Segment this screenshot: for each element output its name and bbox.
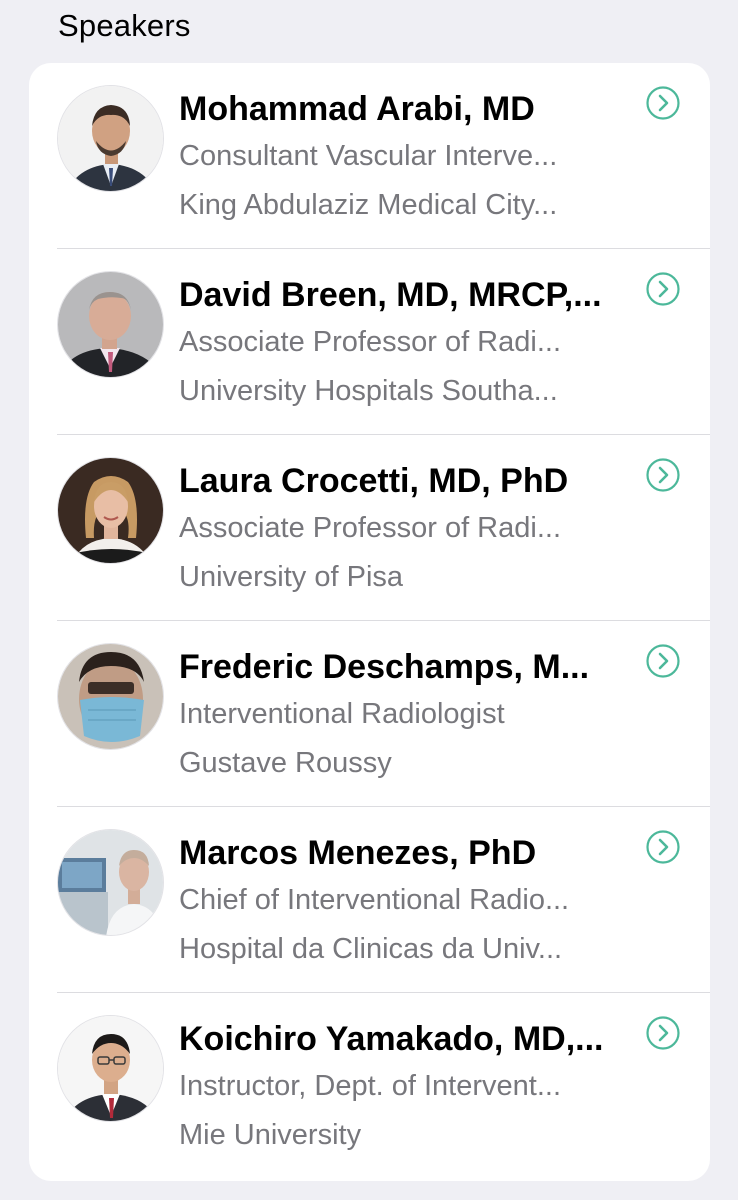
speakers-list: Mohammad Arabi, MD Consultant Vascular I… (29, 63, 710, 1181)
chevron-right-circle-icon[interactable] (645, 457, 681, 493)
speaker-avatar (57, 1015, 164, 1122)
speaker-organization: Hospital da Clinicas da Univ... (179, 933, 563, 965)
speaker-organization: Mie University (179, 1119, 362, 1151)
speaker-title: Associate Professor of Radi... (179, 512, 561, 544)
chevron-right-circle-icon[interactable] (645, 271, 681, 307)
speaker-organization: University Hospitals Southa... (179, 375, 558, 407)
speaker-row[interactable]: Koichiro Yamakado, MD,... Instructor, De… (29, 993, 710, 1179)
speaker-name: Marcos Menezes, PhD (179, 834, 537, 872)
speaker-avatar (57, 829, 164, 936)
speaker-row[interactable]: Marcos Menezes, PhD Chief of Interventio… (29, 807, 710, 993)
speaker-name: Koichiro Yamakado, MD,... (179, 1020, 604, 1058)
speaker-name: Frederic Deschamps, M... (179, 648, 590, 686)
speaker-row[interactable]: Frederic Deschamps, M... Interventional … (29, 621, 710, 807)
section-title: Speakers (58, 8, 191, 43)
speaker-title: Instructor, Dept. of Intervent... (179, 1070, 562, 1102)
speaker-row[interactable]: David Breen, MD, MRCP,... Associate Prof… (29, 249, 710, 435)
speaker-row[interactable]: Mohammad Arabi, MD Consultant Vascular I… (29, 63, 710, 249)
speaker-avatar (57, 457, 164, 564)
speaker-organization: University of Pisa (179, 561, 404, 593)
speaker-name: Mohammad Arabi, MD (179, 90, 535, 128)
speaker-avatar (57, 643, 164, 750)
speaker-title: Associate Professor of Radi... (179, 326, 561, 358)
speaker-organization: King Abdulaziz Medical City... (179, 189, 558, 221)
speaker-row[interactable]: Laura Crocetti, MD, PhD Associate Profes… (29, 435, 710, 621)
speaker-name: David Breen, MD, MRCP,... (179, 276, 602, 314)
chevron-right-circle-icon[interactable] (645, 643, 681, 679)
speaker-title: Chief of Interventional Radio... (179, 884, 570, 916)
speaker-title: Interventional Radiologist (179, 698, 505, 730)
speaker-avatar (57, 85, 164, 192)
chevron-right-circle-icon[interactable] (645, 1015, 681, 1051)
speaker-avatar (57, 271, 164, 378)
speaker-organization: Gustave Roussy (179, 747, 392, 779)
speaker-name: Laura Crocetti, MD, PhD (179, 462, 569, 500)
speaker-title: Consultant Vascular Interve... (179, 140, 558, 172)
chevron-right-circle-icon[interactable] (645, 85, 681, 121)
chevron-right-circle-icon[interactable] (645, 829, 681, 865)
